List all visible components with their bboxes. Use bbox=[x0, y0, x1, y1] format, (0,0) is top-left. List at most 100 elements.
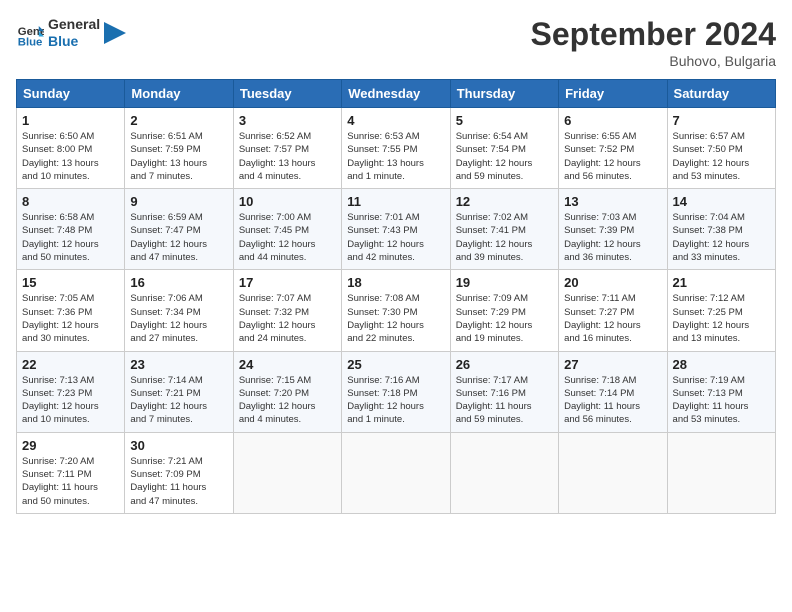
logo: General Blue General Blue bbox=[16, 16, 126, 50]
calendar-cell: 9 Sunrise: 6:59 AM Sunset: 7:47 PM Daylig… bbox=[125, 189, 233, 270]
day-number: 10 bbox=[239, 194, 336, 209]
calendar-cell bbox=[559, 432, 667, 513]
day-number: 14 bbox=[673, 194, 770, 209]
weekday-header-monday: Monday bbox=[125, 80, 233, 108]
day-number: 1 bbox=[22, 113, 119, 128]
calendar-week-4: 22 Sunrise: 7:13 AM Sunset: 7:23 PM Dayli… bbox=[17, 351, 776, 432]
weekday-header-sunday: Sunday bbox=[17, 80, 125, 108]
calendar-table: SundayMondayTuesdayWednesdayThursdayFrid… bbox=[16, 79, 776, 514]
day-info: Sunrise: 7:20 AM Sunset: 7:11 PM Dayligh… bbox=[22, 455, 119, 508]
day-number: 12 bbox=[456, 194, 553, 209]
calendar-cell: 8Sunrise: 6:58 AM Sunset: 7:48 PM Daylig… bbox=[17, 189, 125, 270]
calendar-cell: 28 Sunrise: 7:19 AM Sunset: 7:13 PM Dayli… bbox=[667, 351, 775, 432]
day-info: Sunrise: 6:51 AM Sunset: 7:59 PM Dayligh… bbox=[130, 130, 227, 183]
calendar-cell bbox=[342, 432, 450, 513]
calendar-cell: 27 Sunrise: 7:18 AM Sunset: 7:14 PM Dayli… bbox=[559, 351, 667, 432]
day-number: 23 bbox=[130, 357, 227, 372]
day-info: Sunrise: 6:53 AM Sunset: 7:55 PM Dayligh… bbox=[347, 130, 444, 183]
day-number: 27 bbox=[564, 357, 661, 372]
day-info: Sunrise: 7:06 AM Sunset: 7:34 PM Dayligh… bbox=[130, 292, 227, 345]
calendar-cell: 11 Sunrise: 7:01 AM Sunset: 7:43 PM Dayli… bbox=[342, 189, 450, 270]
day-info: Sunrise: 7:12 AM Sunset: 7:25 PM Dayligh… bbox=[673, 292, 770, 345]
day-info: Sunrise: 7:18 AM Sunset: 7:14 PM Dayligh… bbox=[564, 374, 661, 427]
weekday-header-tuesday: Tuesday bbox=[233, 80, 341, 108]
logo-arrow-icon bbox=[104, 22, 126, 44]
day-number: 24 bbox=[239, 357, 336, 372]
calendar-week-3: 15 Sunrise: 7:05 AM Sunset: 7:36 PM Dayli… bbox=[17, 270, 776, 351]
day-info: Sunrise: 7:14 AM Sunset: 7:21 PM Dayligh… bbox=[130, 374, 227, 427]
calendar-cell: 25 Sunrise: 7:16 AM Sunset: 7:18 PM Dayli… bbox=[342, 351, 450, 432]
day-info: Sunrise: 7:16 AM Sunset: 7:18 PM Dayligh… bbox=[347, 374, 444, 427]
day-number: 5 bbox=[456, 113, 553, 128]
calendar-cell: 5Sunrise: 6:54 AM Sunset: 7:54 PM Daylig… bbox=[450, 108, 558, 189]
day-info: Sunrise: 7:09 AM Sunset: 7:29 PM Dayligh… bbox=[456, 292, 553, 345]
calendar-week-5: 29Sunrise: 7:20 AM Sunset: 7:11 PM Dayli… bbox=[17, 432, 776, 513]
logo-icon: General Blue bbox=[16, 19, 44, 47]
calendar-cell: 18 Sunrise: 7:08 AM Sunset: 7:30 PM Dayli… bbox=[342, 270, 450, 351]
weekday-header-thursday: Thursday bbox=[450, 80, 558, 108]
calendar-cell: 7 Sunrise: 6:57 AM Sunset: 7:50 PM Daylig… bbox=[667, 108, 775, 189]
calendar-cell: 10 Sunrise: 7:00 AM Sunset: 7:45 PM Dayli… bbox=[233, 189, 341, 270]
calendar-cell: 24 Sunrise: 7:15 AM Sunset: 7:20 PM Dayli… bbox=[233, 351, 341, 432]
day-info: Sunrise: 7:01 AM Sunset: 7:43 PM Dayligh… bbox=[347, 211, 444, 264]
day-info: Sunrise: 7:19 AM Sunset: 7:13 PM Dayligh… bbox=[673, 374, 770, 427]
logo-general: General bbox=[48, 16, 100, 33]
location: Buhovo, Bulgaria bbox=[531, 53, 776, 69]
day-info: Sunrise: 7:13 AM Sunset: 7:23 PM Dayligh… bbox=[22, 374, 119, 427]
day-number: 20 bbox=[564, 275, 661, 290]
day-number: 6 bbox=[564, 113, 661, 128]
day-info: Sunrise: 6:52 AM Sunset: 7:57 PM Dayligh… bbox=[239, 130, 336, 183]
day-info: Sunrise: 7:05 AM Sunset: 7:36 PM Dayligh… bbox=[22, 292, 119, 345]
day-number: 7 bbox=[673, 113, 770, 128]
day-number: 15 bbox=[22, 275, 119, 290]
day-info: Sunrise: 7:03 AM Sunset: 7:39 PM Dayligh… bbox=[564, 211, 661, 264]
calendar-cell: 12Sunrise: 7:02 AM Sunset: 7:41 PM Dayli… bbox=[450, 189, 558, 270]
calendar-cell bbox=[233, 432, 341, 513]
day-number: 30 bbox=[130, 438, 227, 453]
day-info: Sunrise: 7:08 AM Sunset: 7:30 PM Dayligh… bbox=[347, 292, 444, 345]
calendar-cell: 16 Sunrise: 7:06 AM Sunset: 7:34 PM Dayli… bbox=[125, 270, 233, 351]
day-number: 11 bbox=[347, 194, 444, 209]
day-info: Sunrise: 6:57 AM Sunset: 7:50 PM Dayligh… bbox=[673, 130, 770, 183]
calendar-cell: 30 Sunrise: 7:21 AM Sunset: 7:09 PM Dayli… bbox=[125, 432, 233, 513]
title-block: September 2024 Buhovo, Bulgaria bbox=[531, 16, 776, 69]
day-number: 16 bbox=[130, 275, 227, 290]
calendar-cell: 19 Sunrise: 7:09 AM Sunset: 7:29 PM Dayli… bbox=[450, 270, 558, 351]
day-number: 13 bbox=[564, 194, 661, 209]
page-header: General Blue General Blue September 2024… bbox=[16, 16, 776, 69]
day-info: Sunrise: 7:17 AM Sunset: 7:16 PM Dayligh… bbox=[456, 374, 553, 427]
day-info: Sunrise: 7:21 AM Sunset: 7:09 PM Dayligh… bbox=[130, 455, 227, 508]
day-info: Sunrise: 7:00 AM Sunset: 7:45 PM Dayligh… bbox=[239, 211, 336, 264]
weekday-header-friday: Friday bbox=[559, 80, 667, 108]
day-number: 25 bbox=[347, 357, 444, 372]
day-number: 19 bbox=[456, 275, 553, 290]
weekday-header-wednesday: Wednesday bbox=[342, 80, 450, 108]
day-number: 21 bbox=[673, 275, 770, 290]
calendar-cell: 13 Sunrise: 7:03 AM Sunset: 7:39 PM Dayli… bbox=[559, 189, 667, 270]
day-info: Sunrise: 7:04 AM Sunset: 7:38 PM Dayligh… bbox=[673, 211, 770, 264]
weekday-header-row: SundayMondayTuesdayWednesdayThursdayFrid… bbox=[17, 80, 776, 108]
day-info: Sunrise: 7:11 AM Sunset: 7:27 PM Dayligh… bbox=[564, 292, 661, 345]
calendar-week-1: 1 Sunrise: 6:50 AM Sunset: 8:00 PM Daylig… bbox=[17, 108, 776, 189]
calendar-cell: 2 Sunrise: 6:51 AM Sunset: 7:59 PM Daylig… bbox=[125, 108, 233, 189]
svg-text:Blue: Blue bbox=[18, 36, 43, 47]
calendar-cell: 26Sunrise: 7:17 AM Sunset: 7:16 PM Dayli… bbox=[450, 351, 558, 432]
calendar-cell: 20 Sunrise: 7:11 AM Sunset: 7:27 PM Dayli… bbox=[559, 270, 667, 351]
day-info: Sunrise: 6:50 AM Sunset: 8:00 PM Dayligh… bbox=[22, 130, 119, 183]
day-number: 22 bbox=[22, 357, 119, 372]
calendar-cell: 1 Sunrise: 6:50 AM Sunset: 8:00 PM Daylig… bbox=[17, 108, 125, 189]
calendar-cell: 6Sunrise: 6:55 AM Sunset: 7:52 PM Daylig… bbox=[559, 108, 667, 189]
calendar-cell bbox=[667, 432, 775, 513]
calendar-cell: 17Sunrise: 7:07 AM Sunset: 7:32 PM Dayli… bbox=[233, 270, 341, 351]
day-number: 2 bbox=[130, 113, 227, 128]
day-info: Sunrise: 6:58 AM Sunset: 7:48 PM Dayligh… bbox=[22, 211, 119, 264]
logo-blue: Blue bbox=[48, 33, 100, 50]
day-number: 28 bbox=[673, 357, 770, 372]
day-number: 18 bbox=[347, 275, 444, 290]
day-info: Sunrise: 6:59 AM Sunset: 7:47 PM Dayligh… bbox=[130, 211, 227, 264]
calendar-cell: 3Sunrise: 6:52 AM Sunset: 7:57 PM Daylig… bbox=[233, 108, 341, 189]
calendar-cell: 15 Sunrise: 7:05 AM Sunset: 7:36 PM Dayli… bbox=[17, 270, 125, 351]
day-number: 9 bbox=[130, 194, 227, 209]
calendar-cell: 14 Sunrise: 7:04 AM Sunset: 7:38 PM Dayli… bbox=[667, 189, 775, 270]
day-info: Sunrise: 7:15 AM Sunset: 7:20 PM Dayligh… bbox=[239, 374, 336, 427]
